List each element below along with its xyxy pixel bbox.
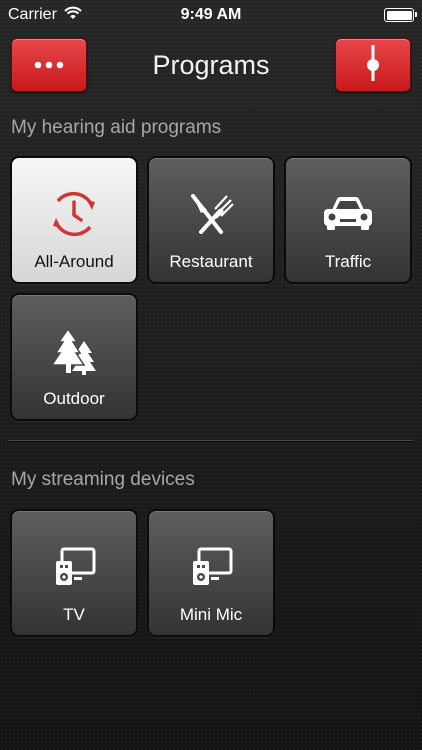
mini-mic-streamer-icon <box>149 541 273 593</box>
device-label: TV <box>63 605 85 624</box>
program-all-around[interactable]: All-Around <box>10 156 138 284</box>
car-icon <box>286 188 410 240</box>
all-around-icon <box>12 188 136 240</box>
volume-button[interactable] <box>335 38 411 92</box>
section-title-programs: My hearing aid programs <box>11 117 222 138</box>
program-label: All-Around <box>34 252 114 271</box>
status-bar: Carrier 9:49 AM <box>0 0 422 30</box>
battery-icon <box>384 8 417 22</box>
section-title-streaming: My streaming devices <box>11 469 195 490</box>
device-label: Mini Mic <box>179 605 243 624</box>
trees-icon <box>12 325 136 377</box>
program-outdoor[interactable]: Outdoor <box>10 293 138 421</box>
fork-knife-icon <box>149 188 273 240</box>
section-divider <box>9 440 413 441</box>
device-tv[interactable]: TV <box>10 509 138 637</box>
program-label: Restaurant <box>169 252 253 271</box>
program-traffic[interactable]: Traffic <box>284 156 412 284</box>
device-mini-mic[interactable]: Mini Mic <box>147 509 275 637</box>
program-restaurant[interactable]: Restaurant <box>147 156 275 284</box>
volume-slider-icon <box>366 44 380 86</box>
program-label: Traffic <box>324 252 372 271</box>
program-label: Outdoor <box>43 389 105 408</box>
tv-streamer-icon <box>12 541 136 593</box>
clock: 9:49 AM <box>180 6 242 23</box>
